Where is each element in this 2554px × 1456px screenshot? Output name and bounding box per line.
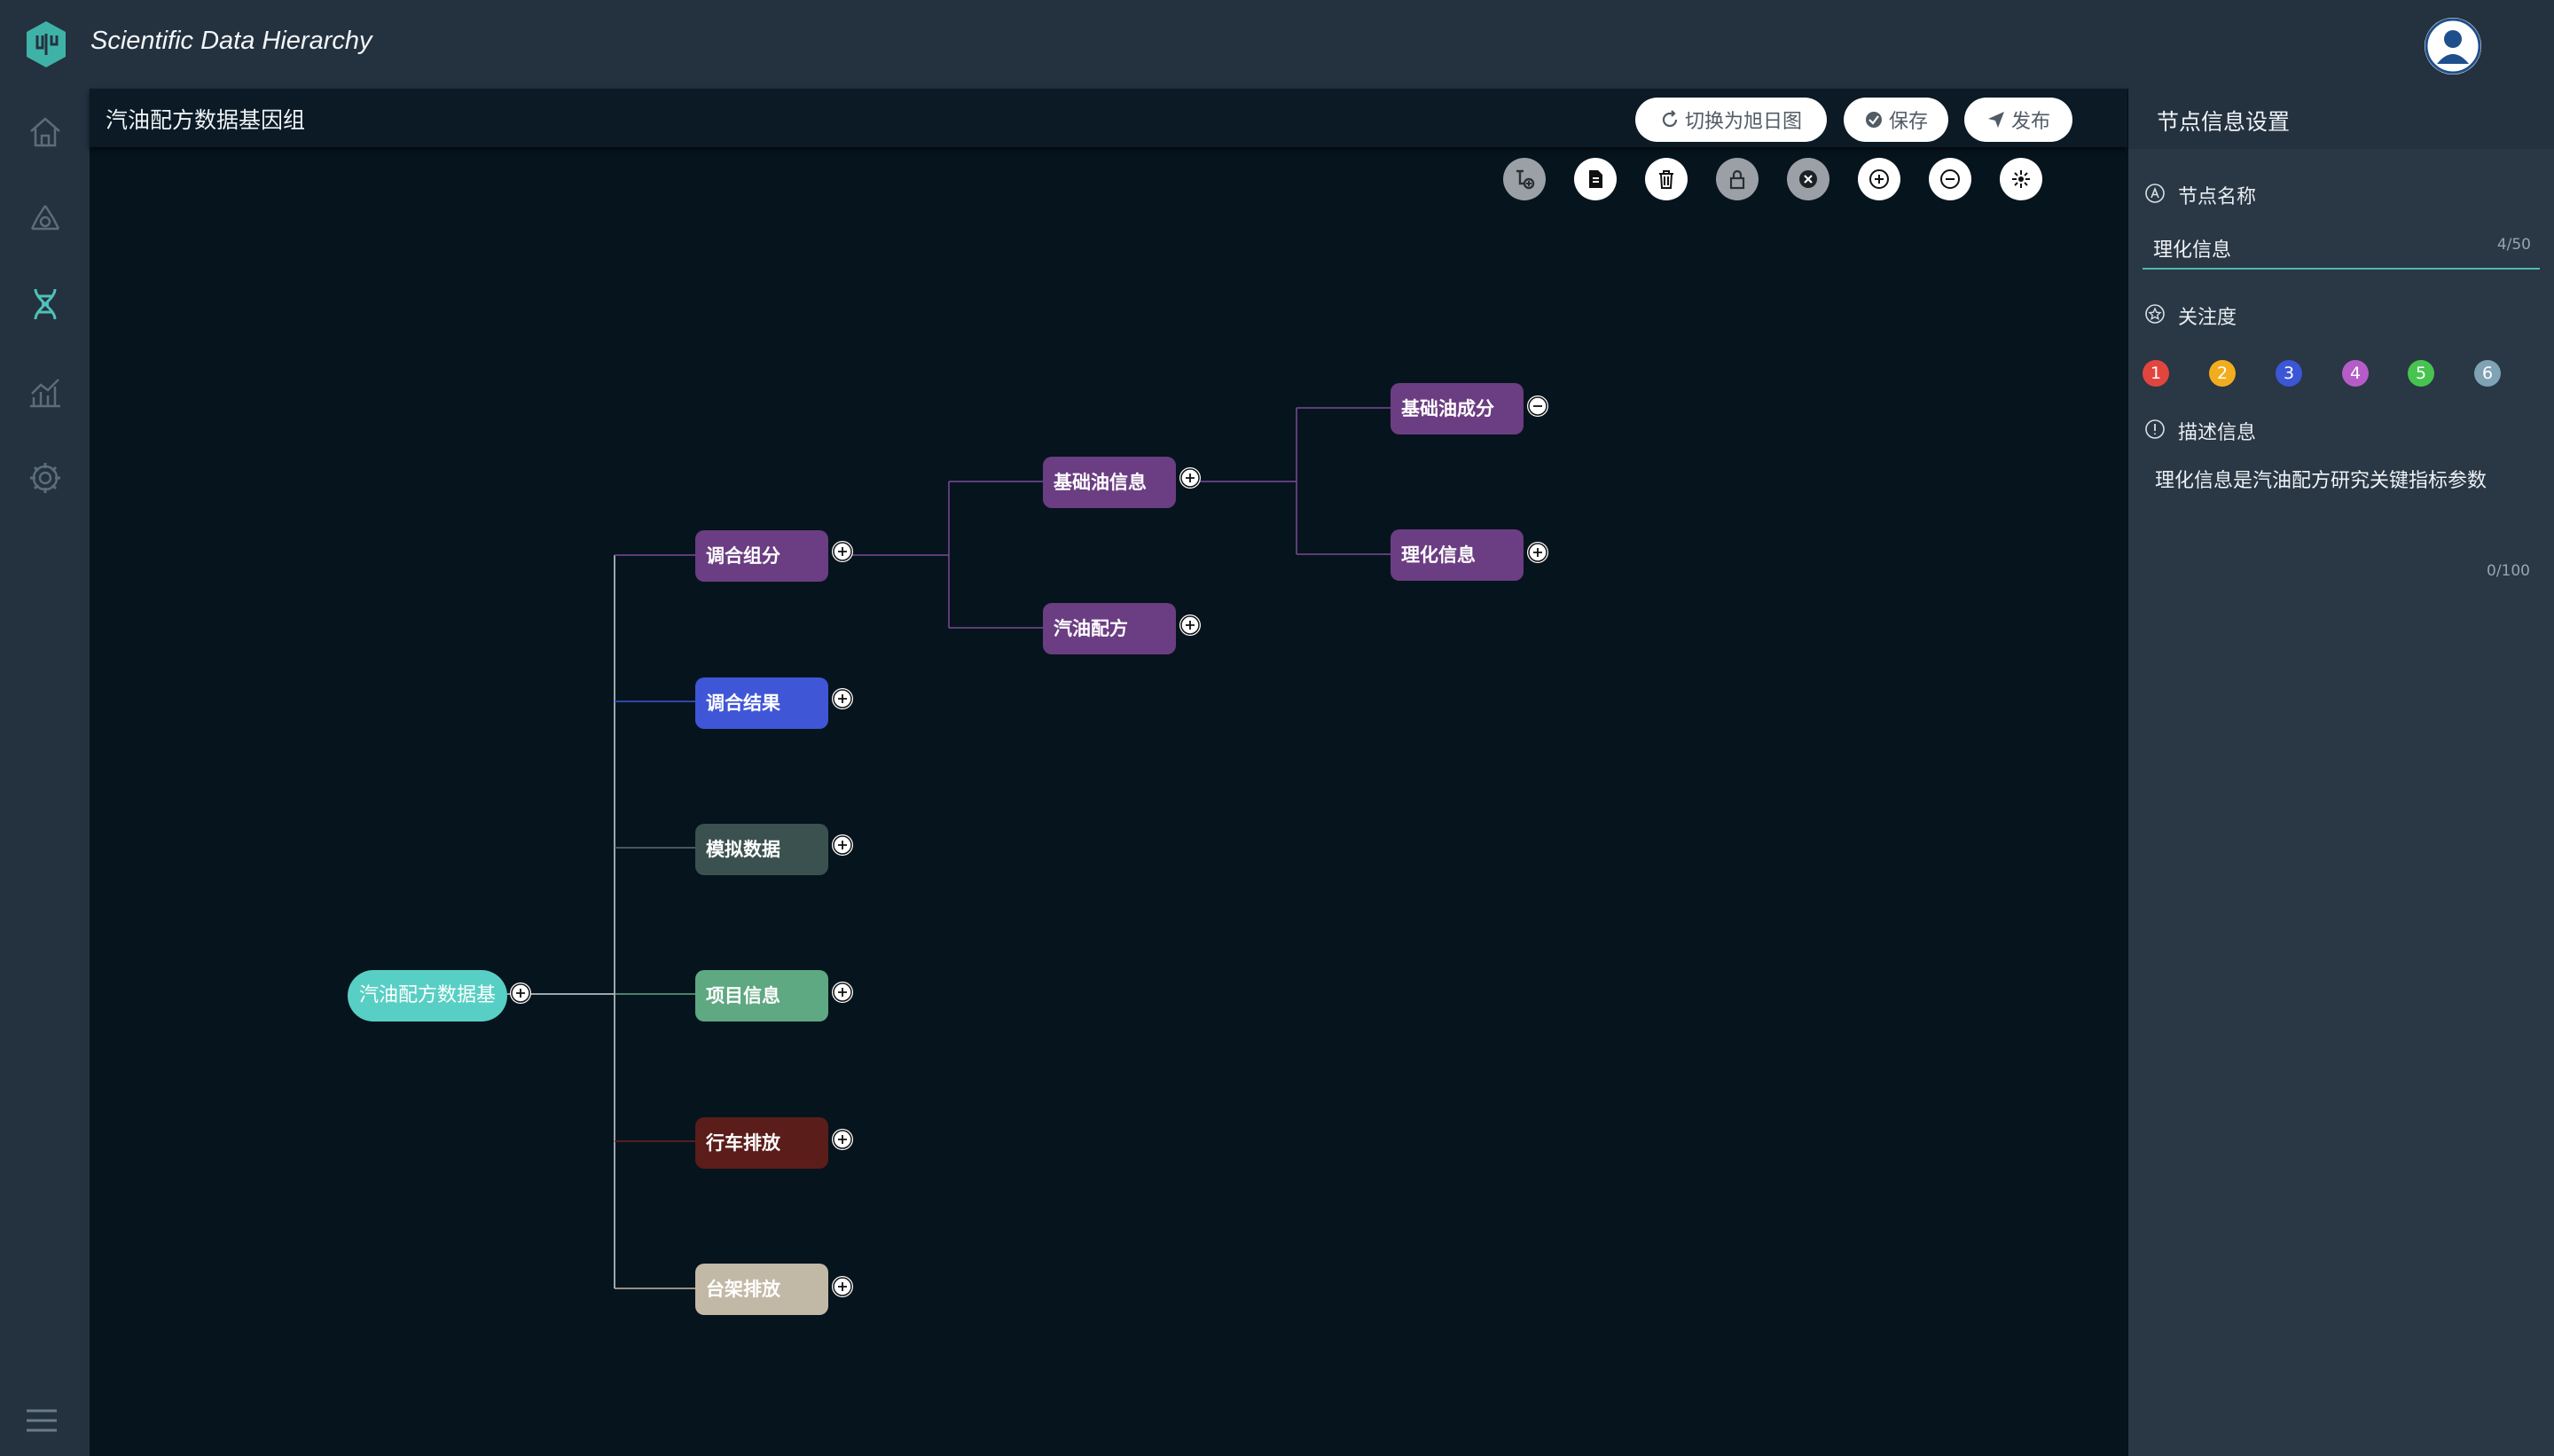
root-node[interactable]: 汽油配方数据基 [348, 970, 507, 1022]
node-simulation-data[interactable]: 模拟数据 [695, 824, 828, 875]
node-name-char-count: 4/50 [2496, 236, 2531, 254]
home-icon [30, 117, 60, 147]
node-project-info[interactable]: 项目信息 [695, 970, 828, 1022]
lock-icon [1729, 169, 1745, 190]
zoom-out-button[interactable] [1929, 158, 1971, 200]
sidebar-item-home[interactable] [27, 114, 64, 151]
publish-button[interactable]: 发布 [1964, 98, 2072, 142]
node-blend-results[interactable]: 调合结果 [695, 677, 828, 729]
plus-circle-icon [1528, 543, 1547, 562]
info-icon [2145, 419, 2165, 439]
panel-title: 节点信息设置 [2157, 109, 2291, 135]
page-title: 汽油配方数据基因组 [106, 107, 306, 133]
description-char-count: 0/100 [2487, 562, 2530, 580]
add-node-button[interactable] [1503, 158, 1546, 200]
zoom-in-icon [1869, 169, 1889, 189]
publish-label: 发布 [2010, 111, 2050, 133]
node-name-label: 节点名称 [2178, 186, 2257, 208]
workspace: 汽油配方数据基因组 切换为旭日图 保存 发布 [90, 89, 2127, 1456]
sidebar [0, 89, 90, 1456]
plus-circle-icon [833, 1130, 852, 1149]
node-blend-components[interactable]: 调合组分 [695, 530, 828, 582]
user-avatar[interactable] [2425, 18, 2481, 74]
switch-sunburst-button[interactable]: 切换为旭日图 [1635, 98, 1827, 142]
font-icon [2145, 184, 2165, 203]
plus-circle-icon [833, 1277, 852, 1296]
delete-button[interactable] [1645, 158, 1688, 200]
app-title: Scientific Data Hierarchy [90, 27, 372, 55]
hamburger-menu-icon[interactable] [25, 1408, 59, 1433]
plus-circle-icon [833, 982, 852, 1002]
app-logo-icon[interactable] [25, 20, 67, 69]
attention-level-6[interactable]: 6 [2474, 360, 2501, 387]
node-name-value: 理化信息 [2153, 239, 2232, 262]
expand-toggle[interactable] [1179, 614, 1201, 636]
node-driving-emissions[interactable]: 行车排放 [695, 1117, 828, 1169]
expand-toggle[interactable] [832, 541, 853, 562]
attention-level-4[interactable]: 4 [2342, 360, 2369, 387]
expand-toggle[interactable] [832, 982, 853, 1003]
zoom-in-button[interactable] [1858, 158, 1900, 200]
expand-toggle[interactable] [1179, 467, 1201, 489]
description-label: 描述信息 [2178, 422, 2257, 444]
panel-header: 节点信息设置 [2128, 89, 2554, 149]
sidebar-item-recycle[interactable] [27, 200, 64, 238]
top-bar: Scientific Data Hierarchy [0, 0, 2554, 89]
attention-level-5[interactable]: 5 [2408, 360, 2434, 387]
sidebar-item-genome[interactable] [27, 286, 64, 323]
gear-icon [30, 463, 60, 493]
expand-toggle[interactable] [832, 688, 853, 709]
plus-circle-icon [511, 983, 530, 1003]
plus-circle-icon [833, 835, 852, 855]
node-name-input[interactable]: 理化信息 4/50 [2143, 225, 2540, 270]
send-icon [1987, 112, 2004, 128]
expand-toggle[interactable] [832, 834, 853, 856]
refresh-icon [1662, 110, 1678, 128]
attention-level-1[interactable]: 1 [2143, 360, 2169, 387]
close-icon [1799, 170, 1817, 188]
expand-toggle[interactable] [510, 982, 531, 1004]
save-label: 保存 [1888, 111, 1928, 133]
user-icon [2425, 18, 2481, 74]
expand-toggle[interactable] [832, 1276, 853, 1297]
document-icon [1589, 170, 1602, 188]
chart-icon [30, 379, 60, 408]
recycle-icon [30, 205, 60, 231]
save-button[interactable]: 保存 [1844, 98, 1948, 142]
note-button[interactable] [1574, 158, 1617, 200]
sidebar-item-settings[interactable] [27, 459, 64, 497]
dna-icon [34, 288, 57, 320]
sidebar-item-analytics[interactable] [27, 372, 64, 410]
node-settings-panel: 节点信息设置 节点名称 理化信息 4/50 关注度 1 2 3 4 5 6 描述… [2128, 89, 2554, 1456]
fit-icon [2012, 170, 2030, 188]
cancel-button[interactable] [1787, 158, 1829, 200]
collapse-toggle[interactable] [1527, 395, 1548, 417]
add-child-icon [1516, 169, 1535, 190]
plus-circle-icon [833, 689, 852, 708]
workspace-header: 汽油配方数据基因组 切换为旭日图 保存 发布 [90, 89, 2127, 147]
plus-circle-icon [833, 542, 852, 561]
expand-toggle[interactable] [1527, 542, 1548, 563]
minus-circle-icon [1528, 396, 1547, 416]
zoom-out-icon [1940, 169, 1960, 189]
description-value: 理化信息是汽油配方研究关键指标参数 [2155, 470, 2487, 492]
node-base-oil-info[interactable]: 基础油信息 [1043, 457, 1176, 508]
attention-label: 关注度 [2178, 307, 2237, 329]
lock-button[interactable] [1716, 158, 1759, 200]
plus-circle-icon [1180, 615, 1200, 635]
node-gasoline-formula[interactable]: 汽油配方 [1043, 603, 1176, 654]
plus-circle-icon [1180, 468, 1200, 488]
node-physicochemical-info[interactable]: 理化信息 [1391, 529, 1524, 581]
node-base-oil-components[interactable]: 基础油成分 [1391, 383, 1524, 434]
star-circle-icon [2145, 304, 2165, 324]
expand-toggle[interactable] [832, 1129, 853, 1150]
check-circle-icon [1865, 112, 1882, 128]
attention-level-3[interactable]: 3 [2276, 360, 2302, 387]
switch-sunburst-label: 切换为旭日图 [1684, 111, 1802, 133]
fit-view-button[interactable] [2000, 158, 2042, 200]
attention-level-2[interactable]: 2 [2209, 360, 2236, 387]
trash-icon [1659, 170, 1673, 189]
node-bench-emissions[interactable]: 台架排放 [695, 1264, 828, 1315]
